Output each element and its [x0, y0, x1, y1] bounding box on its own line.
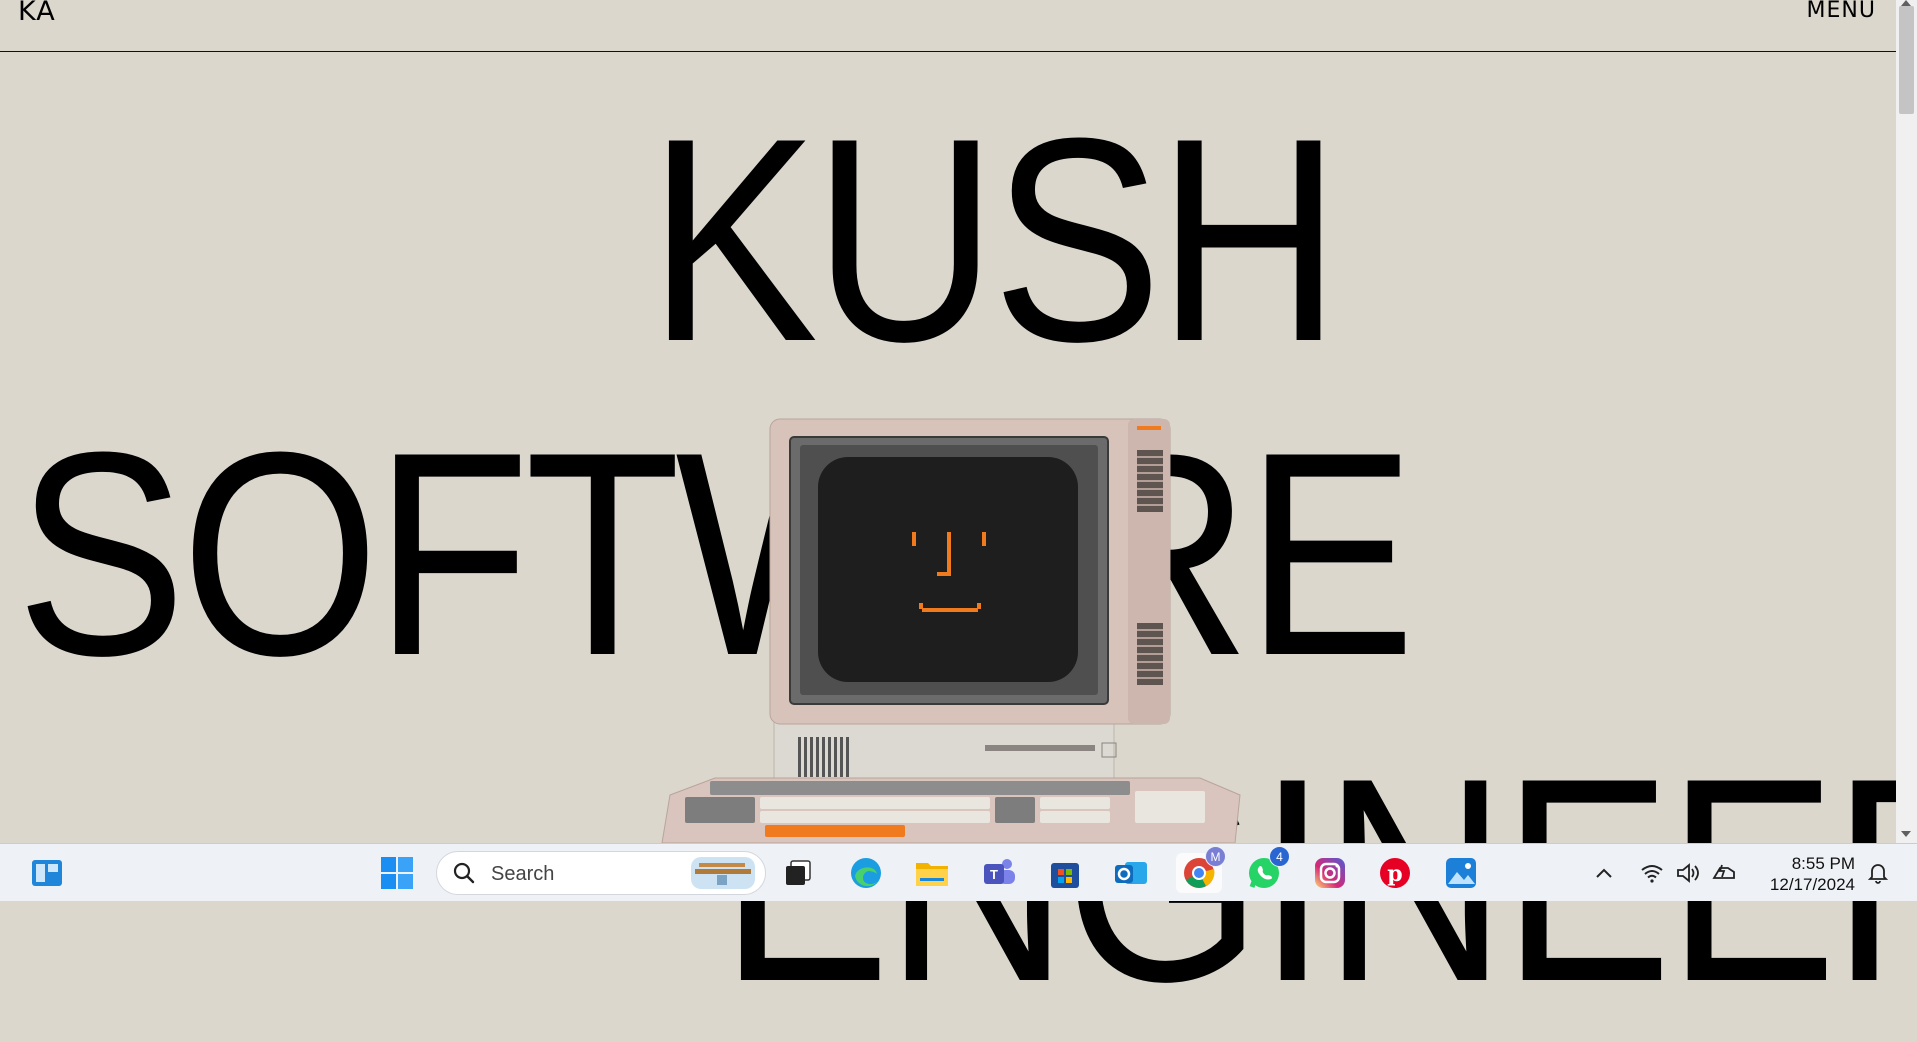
edge-browser-icon[interactable]: [846, 853, 886, 893]
search-placeholder: Search: [491, 863, 555, 885]
svg-text:T: T: [990, 867, 998, 882]
site-logo[interactable]: KA: [18, 0, 56, 27]
search-icon: [453, 862, 475, 884]
windows-taskbar: Search T M 4 p 8:55 PM 12/17/2024: [0, 843, 1917, 901]
teams-icon[interactable]: T: [979, 853, 1019, 893]
retro-computer-illustration: [661, 418, 1241, 843]
windows-logo-icon: [381, 857, 413, 889]
notifications-bell-icon[interactable]: [1862, 853, 1894, 893]
whatsapp-notification-badge: 4: [1269, 846, 1290, 867]
hero-name: KUSH: [648, 78, 1341, 402]
battery-charging-icon[interactable]: [1706, 853, 1742, 893]
pinterest-icon[interactable]: p: [1375, 853, 1415, 893]
scroll-thumb[interactable]: [1899, 6, 1914, 114]
widgets-icon[interactable]: [27, 853, 67, 893]
volume-icon[interactable]: [1670, 853, 1706, 893]
task-view-icon[interactable]: [778, 853, 818, 893]
start-button[interactable]: [377, 853, 417, 893]
menu-button[interactable]: MENU: [1807, 0, 1876, 23]
taskbar-clock[interactable]: 8:55 PM 12/17/2024: [1770, 853, 1855, 895]
svg-text:p: p: [1387, 861, 1402, 887]
photos-icon[interactable]: [1441, 853, 1481, 893]
file-explorer-icon[interactable]: [912, 853, 952, 893]
microsoft-store-icon[interactable]: [1045, 853, 1085, 893]
clock-date: 12/17/2024: [1769, 875, 1855, 894]
vertical-scrollbar[interactable]: [1896, 0, 1917, 843]
wifi-icon[interactable]: [1634, 853, 1670, 893]
taskbar-search-box[interactable]: Search: [436, 851, 766, 895]
search-highlight-airplane-icon: [691, 857, 755, 889]
scroll-down-arrow-icon[interactable]: [1901, 831, 1911, 837]
show-hidden-icons-chevron-up-icon[interactable]: [1586, 853, 1622, 893]
whatsapp-icon[interactable]: 4: [1244, 846, 1290, 893]
site-header: KA MENU: [0, 0, 1896, 52]
outlook-icon[interactable]: [1111, 853, 1151, 893]
chrome-profile-badge: M: [1205, 846, 1226, 867]
instagram-icon[interactable]: [1310, 853, 1350, 893]
clock-time: 8:55 PM: [1791, 854, 1855, 873]
chrome-browser-icon[interactable]: M: [1176, 846, 1226, 893]
